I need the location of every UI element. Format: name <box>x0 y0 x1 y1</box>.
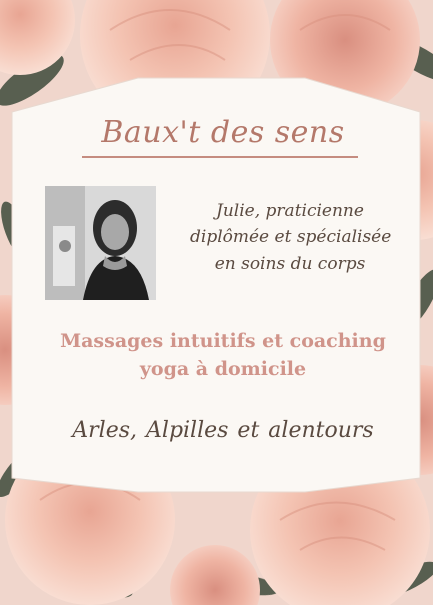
portrait-photo <box>45 186 156 300</box>
info-card <box>11 77 421 493</box>
page-title: Baux't des sens <box>101 115 345 150</box>
services-line: yoga à domicile <box>139 357 307 380</box>
services-line: Massages intuitifs et coaching <box>60 330 386 352</box>
intro-line: diplômée et spécialisée <box>190 227 392 248</box>
services-text: Massages intuitifs et coaching yoga à do… <box>40 328 406 383</box>
intro-line: Julie, praticienne <box>216 201 364 221</box>
title-underline <box>82 156 358 158</box>
service-area: Arles, Alpilles et alentours <box>72 418 374 443</box>
intro-line: en soins du corps <box>214 253 366 274</box>
practitioner-intro: Julie, praticienne diplômée et spécialis… <box>190 198 392 277</box>
